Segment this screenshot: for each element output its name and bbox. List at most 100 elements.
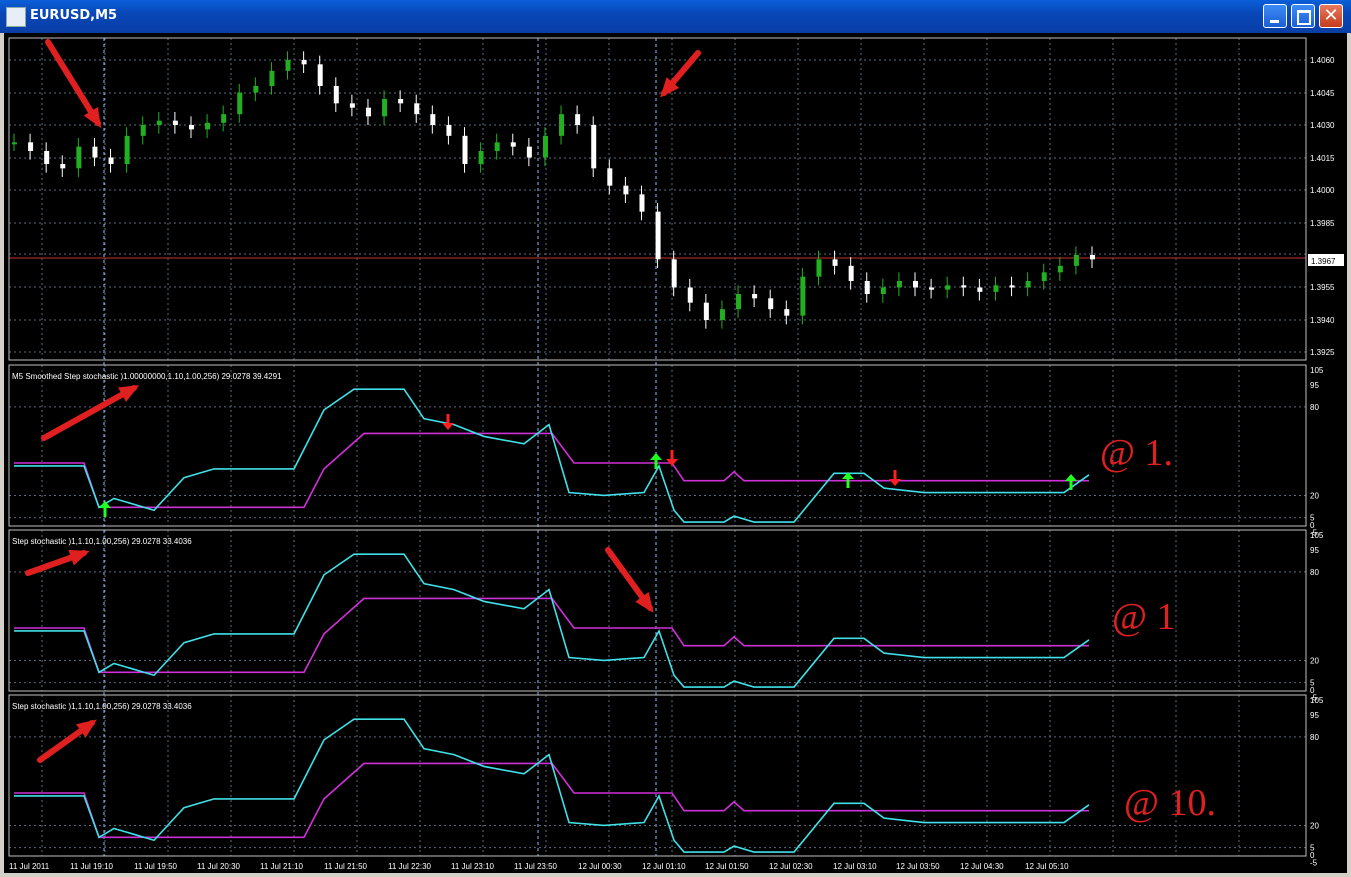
- signal-arrows: [25, 39, 1077, 763]
- candle-body: [398, 99, 404, 104]
- candle-body: [913, 281, 919, 288]
- minimize-icon: [1270, 20, 1279, 23]
- candle-body: [768, 298, 774, 310]
- time-label: 12 Jul 05:10: [1025, 862, 1069, 871]
- candle-body: [478, 151, 484, 164]
- time-label: 11 Jul 21:10: [260, 862, 304, 871]
- chart-canvas[interactable]: 10595802050-510595802050-510595802050-51…: [4, 33, 1347, 873]
- candle-body: [1041, 272, 1047, 281]
- time-label: 12 Jul 00:30: [578, 862, 622, 871]
- maximize-button[interactable]: [1291, 4, 1315, 28]
- candle-body: [92, 146, 98, 158]
- time-label: 11 Jul 19:10: [70, 862, 114, 871]
- candle-body: [929, 287, 935, 290]
- price-label: 1.3925: [1310, 348, 1335, 357]
- price-label: 1.3985: [1310, 219, 1335, 228]
- level-label: 105: [1310, 696, 1324, 705]
- candle-body: [462, 135, 468, 164]
- candle-body: [703, 302, 709, 320]
- time-label: 11 Jul 21:50: [324, 862, 368, 871]
- candle-body: [1025, 281, 1031, 288]
- candle-body: [414, 103, 420, 115]
- level-label: 105: [1310, 531, 1324, 540]
- annotation-arrow: [45, 39, 101, 126]
- level-label: 20: [1310, 491, 1319, 500]
- indicator-line: [14, 762, 1089, 839]
- candle-body: [140, 125, 146, 136]
- candle-body: [124, 135, 130, 164]
- time-label: 12 Jul 04:30: [960, 862, 1004, 871]
- candle-body: [60, 164, 66, 169]
- candle-body: [736, 294, 742, 310]
- candle-body: [800, 276, 806, 316]
- candle-body: [719, 309, 725, 320]
- time-label: 11 Jul 23:50: [514, 862, 558, 871]
- candle-body: [687, 287, 693, 303]
- window-title: EURUSD,M5: [30, 8, 118, 23]
- level-label: 95: [1310, 546, 1319, 555]
- close-icon: ✕: [1323, 5, 1339, 26]
- close-button[interactable]: ✕: [1319, 4, 1343, 28]
- candle-body: [1009, 285, 1015, 288]
- candle-body: [848, 265, 854, 281]
- price-label: 1.4045: [1310, 89, 1335, 98]
- indicator-line: [14, 432, 1089, 509]
- candle-body: [349, 103, 355, 108]
- window-titlebar[interactable]: EURUSD,M5 ✕: [0, 0, 1351, 33]
- level-label: 105: [1310, 366, 1324, 375]
- candle-body: [864, 281, 870, 294]
- candle-body: [188, 125, 194, 130]
- candle-body: [607, 168, 613, 186]
- candle-body: [365, 107, 371, 117]
- price-label: 1.4060: [1310, 56, 1335, 65]
- indicator-line: [14, 718, 1090, 853]
- annotation-arrowhead: [68, 549, 90, 566]
- annotation-2: @ 1: [1112, 596, 1176, 638]
- candle-body: [156, 120, 162, 125]
- panel-border: [8, 694, 1307, 857]
- level-label: 80: [1310, 568, 1319, 577]
- minimize-button[interactable]: [1263, 4, 1287, 28]
- price-label: 1.3940: [1310, 316, 1335, 325]
- candle-body: [333, 86, 339, 104]
- candle-body: [977, 287, 983, 292]
- level-label: 80: [1310, 403, 1319, 412]
- signal-arrowhead: [650, 453, 662, 460]
- candle-body: [752, 294, 758, 299]
- candle-body: [510, 142, 516, 147]
- annotation-arrow: [41, 385, 137, 441]
- app-icon: [6, 7, 26, 27]
- level-label: 95: [1310, 711, 1319, 720]
- candle-body: [526, 146, 532, 158]
- time-label: 11 Jul 23:10: [451, 862, 495, 871]
- candle-body: [301, 60, 307, 65]
- candle-body: [784, 309, 790, 316]
- candle-body: [623, 185, 629, 195]
- candle-body: [76, 146, 82, 169]
- candle-body: [44, 151, 50, 164]
- maximize-icon: [1297, 10, 1311, 25]
- candle-body: [1090, 255, 1095, 260]
- current-price-label: 1.3967: [1311, 257, 1336, 266]
- candle-body: [591, 125, 597, 169]
- candle-body: [542, 135, 548, 158]
- chart-window[interactable]: 105 95 80 20 5 0 -5 105 95 80 20 5 0 -5 105 95 80 20 5 0 -5 1…: [4, 33, 1347, 873]
- candle-body: [317, 64, 323, 86]
- indicator-label-1: M5 Smoothed Step stochastic )1.00000000,…: [12, 372, 282, 381]
- candle-body: [205, 122, 211, 130]
- candle-body: [221, 114, 227, 123]
- candle-body: [1073, 255, 1079, 266]
- candle-body: [961, 285, 967, 288]
- candle-body: [28, 142, 34, 151]
- candle-body: [559, 114, 565, 136]
- candle-body: [655, 211, 661, 260]
- indicator-label-3: Step stochastic )1,1.10,1.00,256) 29.027…: [12, 702, 192, 711]
- candle-body: [12, 142, 17, 145]
- candle-body: [269, 70, 275, 86]
- candle-body: [108, 157, 114, 164]
- time-label: 11 Jul 19:50: [134, 862, 178, 871]
- candle-body: [816, 259, 822, 277]
- level-label: 20: [1310, 821, 1319, 830]
- time-label: 12 Jul 03:10: [833, 862, 877, 871]
- candle-body: [880, 287, 886, 294]
